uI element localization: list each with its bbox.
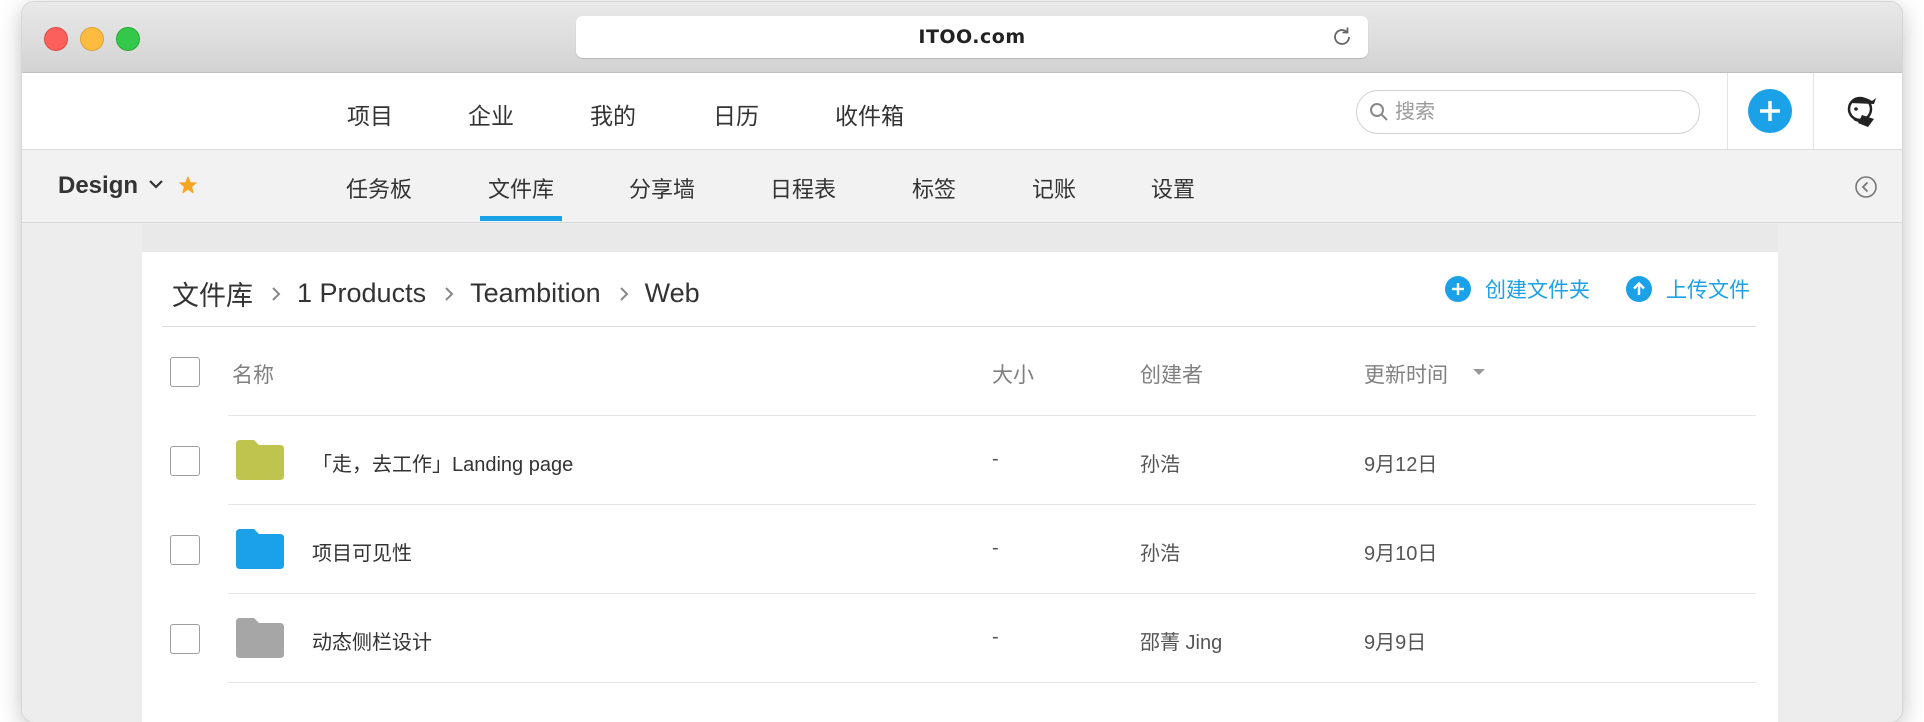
tab-task-board[interactable]: 任务板 xyxy=(346,172,412,204)
file-updated: 9月9日 xyxy=(1364,632,1427,654)
breadcrumb: 文件库 1 Products Teambition Web xyxy=(172,274,700,313)
maximize-window-button[interactable] xyxy=(116,27,140,51)
file-actions: 创建文件夹 上传文件 xyxy=(1409,274,1750,304)
plus-circle-icon xyxy=(1445,276,1471,302)
sort-desc-icon[interactable] xyxy=(1472,367,1486,377)
upload-icon xyxy=(1626,276,1652,302)
content-backdrop xyxy=(142,224,1778,252)
browser-window: ITOO.com 项目 企业 我的 日历 收件箱 搜索 Design 任务板 文… xyxy=(22,2,1902,722)
file-name[interactable]: 动态侧栏设计 xyxy=(312,626,432,655)
file-size: - xyxy=(992,537,999,559)
file-size: - xyxy=(992,448,999,470)
header-name[interactable]: 名称 xyxy=(232,359,274,389)
divider xyxy=(1727,73,1728,149)
search-input[interactable] xyxy=(1393,99,1687,125)
breadcrumb-item[interactable]: Teambition xyxy=(470,278,601,309)
select-all-checkbox[interactable] xyxy=(170,357,200,387)
tab-share-wall[interactable]: 分享墙 xyxy=(629,172,695,204)
star-icon[interactable] xyxy=(177,174,199,196)
search-box[interactable] xyxy=(1356,90,1700,134)
row-checkbox[interactable] xyxy=(170,624,200,654)
file-updated: 9月10日 xyxy=(1364,543,1438,565)
breadcrumb-item[interactable]: Web xyxy=(645,278,700,309)
collapse-panel-icon[interactable] xyxy=(1854,175,1878,199)
folder-icon xyxy=(236,529,284,569)
browser-titlebar: ITOO.com xyxy=(22,2,1902,73)
create-folder-label: 创建文件夹 xyxy=(1485,279,1590,302)
tab-schedule[interactable]: 日程表 xyxy=(770,172,836,204)
table-row[interactable]: 「走，去工作」Landing page - 孙浩 9月12日 xyxy=(162,416,1756,505)
breadcrumb-item[interactable]: 1 Products xyxy=(297,278,426,309)
header-size[interactable]: 大小 xyxy=(992,359,1034,389)
file-updated: 9月12日 xyxy=(1364,454,1438,476)
file-size: - xyxy=(992,626,999,648)
chevron-right-icon xyxy=(619,286,629,301)
tab-accounting[interactable]: 记账 xyxy=(1032,172,1076,204)
nav-item-enterprise[interactable]: 企业 xyxy=(468,97,514,131)
row-checkbox[interactable] xyxy=(170,535,200,565)
file-creator: 孙浩 xyxy=(1140,454,1180,476)
file-creator: 邵菁 Jing xyxy=(1140,632,1223,654)
header-creator[interactable]: 创建者 xyxy=(1140,359,1203,389)
tab-tags[interactable]: 标签 xyxy=(912,172,956,204)
url-text: ITOO.com xyxy=(918,26,1026,48)
avatar[interactable] xyxy=(1840,89,1884,133)
reload-icon[interactable] xyxy=(1330,25,1354,49)
divider xyxy=(228,682,1756,683)
table-row[interactable]: 项目可见性 - 孙浩 9月10日 xyxy=(162,505,1756,594)
create-folder-button[interactable]: 创建文件夹 xyxy=(1445,274,1590,304)
tab-settings[interactable]: 设置 xyxy=(1151,172,1195,204)
chevron-right-icon xyxy=(445,286,454,301)
file-creator: 孙浩 xyxy=(1140,543,1180,565)
add-button[interactable] xyxy=(1748,89,1792,133)
nav-item-mine[interactable]: 我的 xyxy=(590,97,636,131)
upload-file-label: 上传文件 xyxy=(1666,279,1750,302)
close-window-button[interactable] xyxy=(44,27,68,51)
header-updated[interactable]: 更新时间 xyxy=(1364,359,1448,389)
minimize-window-button[interactable] xyxy=(80,27,104,51)
nav-item-inbox[interactable]: 收件箱 xyxy=(835,97,904,131)
active-tab-indicator xyxy=(480,216,562,221)
search-icon xyxy=(1370,103,1388,121)
top-navigation: 项目 企业 我的 日历 收件箱 xyxy=(22,73,1902,150)
project-subnav: Design 任务板 文件库 分享墙 日程表 标签 记账 设置 xyxy=(22,150,1902,223)
plus-icon xyxy=(1760,101,1780,121)
address-bar[interactable]: ITOO.com xyxy=(576,16,1368,58)
chevron-right-icon xyxy=(272,286,281,301)
chevron-down-icon[interactable] xyxy=(148,178,164,190)
tab-file-library[interactable]: 文件库 xyxy=(488,172,554,204)
table-header: 名称 大小 创建者 更新时间 xyxy=(162,327,1756,416)
row-checkbox[interactable] xyxy=(170,446,200,476)
nav-item-projects[interactable]: 项目 xyxy=(347,97,393,131)
nav-item-calendar[interactable]: 日历 xyxy=(713,97,759,131)
folder-icon xyxy=(236,440,284,480)
project-name[interactable]: Design xyxy=(58,172,138,200)
breadcrumb-item[interactable]: 文件库 xyxy=(172,274,253,313)
upload-file-button[interactable]: 上传文件 xyxy=(1626,274,1750,304)
table-row[interactable]: 动态侧栏设计 - 邵菁 Jing 9月9日 xyxy=(162,594,1756,683)
folder-icon xyxy=(236,618,284,658)
file-library-panel: 文件库 1 Products Teambition Web 创建文件夹 上传文件 xyxy=(142,252,1778,722)
divider xyxy=(1813,73,1814,149)
file-name[interactable]: 项目可见性 xyxy=(312,537,412,566)
file-name[interactable]: 「走，去工作」Landing page xyxy=(312,448,573,477)
